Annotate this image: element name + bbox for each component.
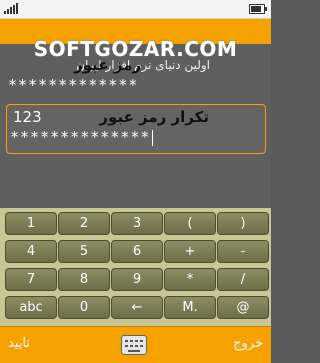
key-2-1[interactable]: 8	[58, 268, 110, 291]
key-0-0[interactable]: 1	[5, 212, 57, 235]
key-1-0[interactable]: 4	[5, 240, 57, 263]
key-1-3[interactable]: +	[164, 240, 216, 263]
key-1-4[interactable]: -	[217, 240, 269, 263]
text-cursor	[152, 129, 154, 146]
key-0-3[interactable]: (	[164, 212, 216, 235]
signal-icon	[4, 3, 18, 14]
key-0-4[interactable]: )	[217, 212, 269, 235]
key-3-2[interactable]: ←	[111, 296, 163, 319]
key-0-2[interactable]: 3	[111, 212, 163, 235]
key-3-4[interactable]: @	[217, 296, 269, 319]
key-3-3[interactable]: M.	[164, 296, 216, 319]
confirm-password-field[interactable]: 123 تکرار رمز عبور **************	[6, 104, 266, 154]
confirm-password-label: تکرار رمز عبور	[99, 108, 209, 126]
key-2-3[interactable]: *	[164, 268, 216, 291]
keyboard-icon[interactable]	[121, 335, 147, 355]
key-1-2[interactable]: 6	[111, 240, 163, 263]
key-3-1[interactable]: 0	[58, 296, 110, 319]
confirm-password-text: **************	[10, 128, 151, 146]
phone-screen: SOFTGOZAR.COM اولین دنیای نرم افزار ایرا…	[0, 0, 271, 363]
battery-icon	[249, 4, 267, 14]
key-3-0[interactable]: abc	[5, 296, 57, 319]
confirm-softkey[interactable]: تایید	[8, 336, 30, 351]
key-2-2[interactable]: 9	[111, 268, 163, 291]
status-bar	[0, 0, 271, 19]
confirm-prefix: 123	[13, 108, 42, 126]
key-0-1[interactable]: 2	[58, 212, 110, 235]
key-2-4[interactable]: /	[217, 268, 269, 291]
exit-softkey[interactable]: خروج	[233, 336, 263, 351]
key-1-1[interactable]: 5	[58, 240, 110, 263]
softkey-bar: تایید خروج	[0, 326, 271, 363]
keypad: 1 2 3() 4 5 6 + - 7 8 9 * / abc 0 ← M. @	[0, 208, 271, 326]
password-label: رمز عبور	[74, 56, 141, 74]
password-field[interactable]: *************	[8, 76, 138, 94]
key-2-0[interactable]: 7	[5, 268, 57, 291]
confirm-password-value: **************	[10, 128, 154, 146]
